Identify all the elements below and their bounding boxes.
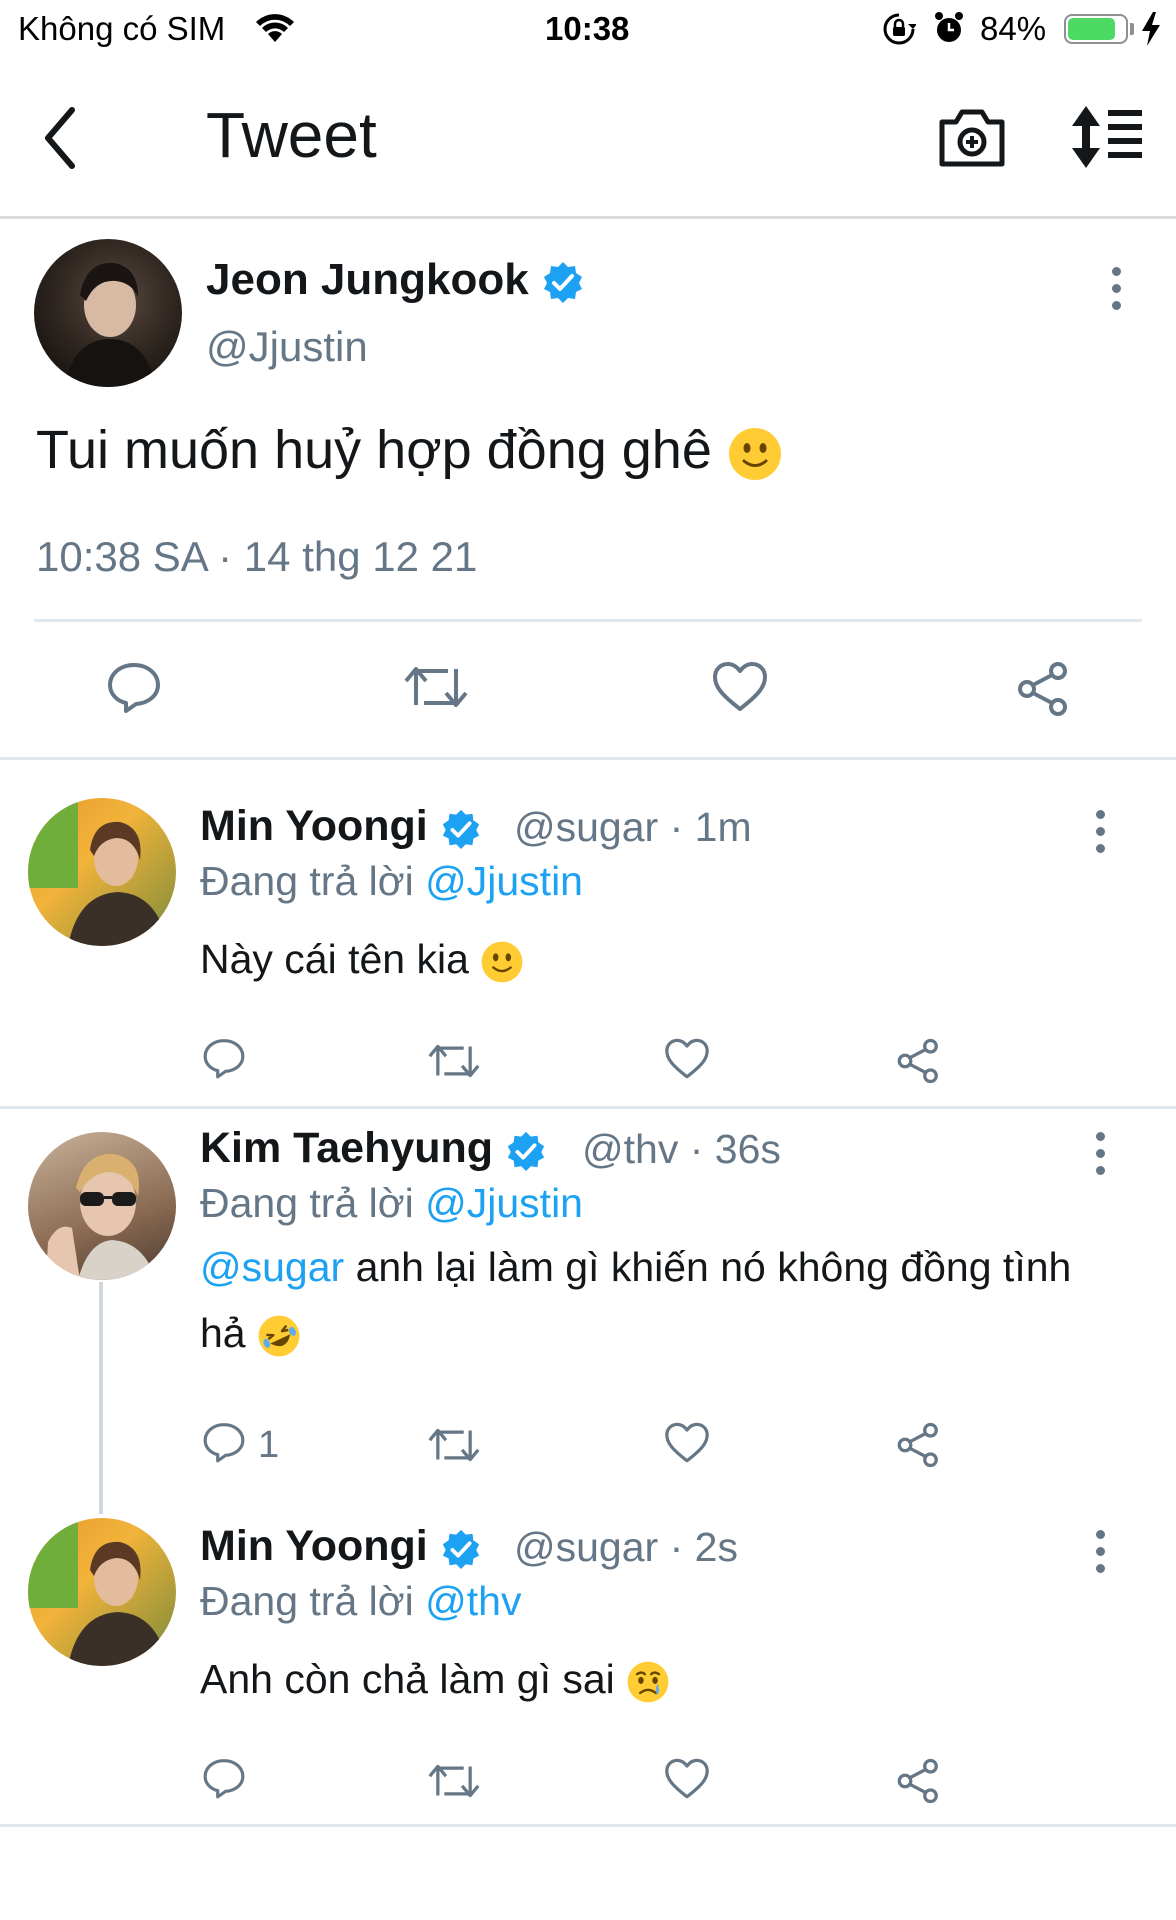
carrier-label: Không có SIM (18, 10, 226, 47)
author-name[interactable]: Min Yoongi (200, 1522, 482, 1571)
author-handle[interactable]: @Jjustin (206, 323, 368, 371)
reply-tweet[interactable]: Min Yoongi @sugar · 2s Đang trả lời @thv… (0, 1480, 1176, 1824)
avatar-photo (28, 798, 168, 946)
author-handle: @sugar (514, 1524, 659, 1570)
verified-badge-icon (442, 1529, 479, 1569)
crying-face-icon (627, 1661, 669, 1703)
reply-icon[interactable] (202, 1756, 246, 1800)
replying-to-link[interactable]: @thv (425, 1578, 521, 1624)
rolling-on-floor-laughing-icon (258, 1315, 300, 1357)
like-icon[interactable] (664, 1038, 710, 1080)
alarm-icon (935, 12, 963, 42)
replying-to-link[interactable]: @Jjustin (425, 1180, 583, 1226)
author-name[interactable]: Kim Taehyung (200, 1124, 547, 1173)
author-name-text: Jeon Jungkook (206, 255, 529, 304)
author-avatar[interactable] (34, 239, 182, 387)
tweet-timestamp: 10:38 SA · 14 thg 12 21 (36, 533, 478, 580)
avatar-photo (28, 1518, 168, 1666)
tweet-age: · 1m (669, 804, 752, 850)
wifi-icon (256, 14, 294, 42)
divider (34, 619, 1142, 622)
author-handle: @sugar (514, 804, 659, 850)
camera-icon (939, 109, 1005, 167)
reply-icon[interactable] (106, 659, 162, 715)
tweet-text-content: Này cái tên kia (200, 936, 469, 982)
tweet-age: · 36s (689, 1126, 781, 1172)
more-options-button[interactable] (1104, 267, 1128, 319)
clock: 10:38 (545, 10, 630, 47)
replying-label: Đang trả lời (200, 1578, 426, 1624)
mention-link[interactable]: @sugar (200, 1244, 344, 1290)
tweet-text-content: Anh còn chả làm gì sai (200, 1656, 615, 1702)
replying-to: Đang trả lời @Jjustin (200, 858, 583, 905)
verified-badge-icon (442, 809, 479, 849)
more-options-button[interactable] (1088, 1530, 1112, 1582)
author-avatar[interactable] (28, 1132, 176, 1280)
sort-icon (1072, 106, 1142, 168)
charging-bolt-icon (1142, 12, 1160, 46)
sort-button[interactable] (1068, 102, 1146, 172)
tweet-text: Anh còn chả làm gì sai (200, 1646, 1120, 1712)
retweet-icon[interactable] (428, 1760, 480, 1802)
avatar-photo (64, 262, 156, 387)
divider (0, 1824, 1176, 1827)
author-name-text: Kim Taehyung (200, 1124, 494, 1172)
author-handle: @thv (582, 1126, 679, 1172)
tweet-text: Này cái tên kia (200, 926, 1120, 992)
reply-tweet[interactable]: Min Yoongi @sugar · 1m Đang trả lời @Jju… (0, 760, 1176, 1105)
share-icon[interactable] (896, 1422, 942, 1468)
page-title: Tweet (206, 99, 377, 171)
back-button[interactable] (30, 98, 100, 178)
retweet-icon[interactable] (428, 1040, 480, 1082)
author-handle-and-age[interactable]: @sugar · 2s (514, 1524, 738, 1571)
verified-badge-icon (543, 262, 582, 304)
avatar-photo (46, 1153, 156, 1280)
author-name[interactable]: Jeon Jungkook (206, 255, 585, 305)
author-handle-and-age[interactable]: @sugar · 1m (514, 804, 752, 851)
verified-badge-icon (507, 1131, 545, 1171)
tweet-age: · 2s (669, 1524, 738, 1570)
author-handle-and-age[interactable]: @thv · 36s (582, 1126, 781, 1173)
replying-to: Đang trả lời @thv (200, 1578, 521, 1625)
divider (0, 1106, 1176, 1109)
share-icon[interactable] (896, 1758, 942, 1804)
tweet-text: @sugar anh lại làm gì khiến nó không đồn… (200, 1234, 1120, 1366)
battery-icon (1064, 14, 1128, 44)
like-icon[interactable] (664, 1758, 710, 1800)
status-bar: Không có SIM 10:38 84% (0, 0, 1176, 60)
reply-icon[interactable] (202, 1036, 246, 1080)
share-icon[interactable] (896, 1038, 942, 1084)
like-icon[interactable] (664, 1422, 710, 1464)
author-name[interactable]: Min Yoongi (200, 802, 482, 851)
more-options-button[interactable] (1088, 1132, 1112, 1184)
camera-button[interactable] (936, 102, 1008, 172)
tweet-text-content: Tui muốn huỷ hợp đồng ghê (36, 420, 712, 480)
battery-cap (1130, 23, 1134, 35)
top-navigation-bar: Tweet (0, 60, 1176, 219)
like-icon[interactable] (712, 661, 768, 713)
replying-label: Đang trả lời (200, 1180, 426, 1226)
reply-icon[interactable] (202, 1420, 246, 1464)
slightly-smiling-face-icon (481, 941, 523, 983)
back-arrow-icon (45, 107, 75, 169)
retweet-icon[interactable] (428, 1424, 480, 1466)
rotation-lock-icon (883, 13, 916, 45)
share-icon[interactable] (1016, 661, 1072, 717)
retweet-icon[interactable] (404, 661, 468, 713)
replying-to-link[interactable]: @Jjustin (425, 858, 583, 904)
reply-count: 1 (258, 1424, 280, 1466)
author-name-text: Min Yoongi (200, 1522, 428, 1570)
more-options-button[interactable] (1088, 810, 1112, 862)
battery-percent: 84% (980, 10, 1047, 47)
author-name-text: Min Yoongi (200, 802, 428, 850)
main-tweet[interactable]: Jeon Jungkook @Jjustin Tui muốn huỷ hợp … (0, 219, 1176, 760)
author-avatar[interactable] (28, 798, 176, 946)
author-avatar[interactable] (28, 1518, 176, 1666)
replying-label: Đang trả lời (200, 858, 426, 904)
replying-to: Đang trả lời @Jjustin (200, 1180, 583, 1227)
tweet-text: Tui muốn huỷ hợp đồng ghê (36, 419, 783, 482)
slightly-smiling-face-icon (728, 427, 781, 480)
battery-level (1068, 18, 1115, 40)
reply-tweet[interactable]: Kim Taehyung @thv · 36s Đang trả lời @Jj… (0, 1110, 1176, 1514)
